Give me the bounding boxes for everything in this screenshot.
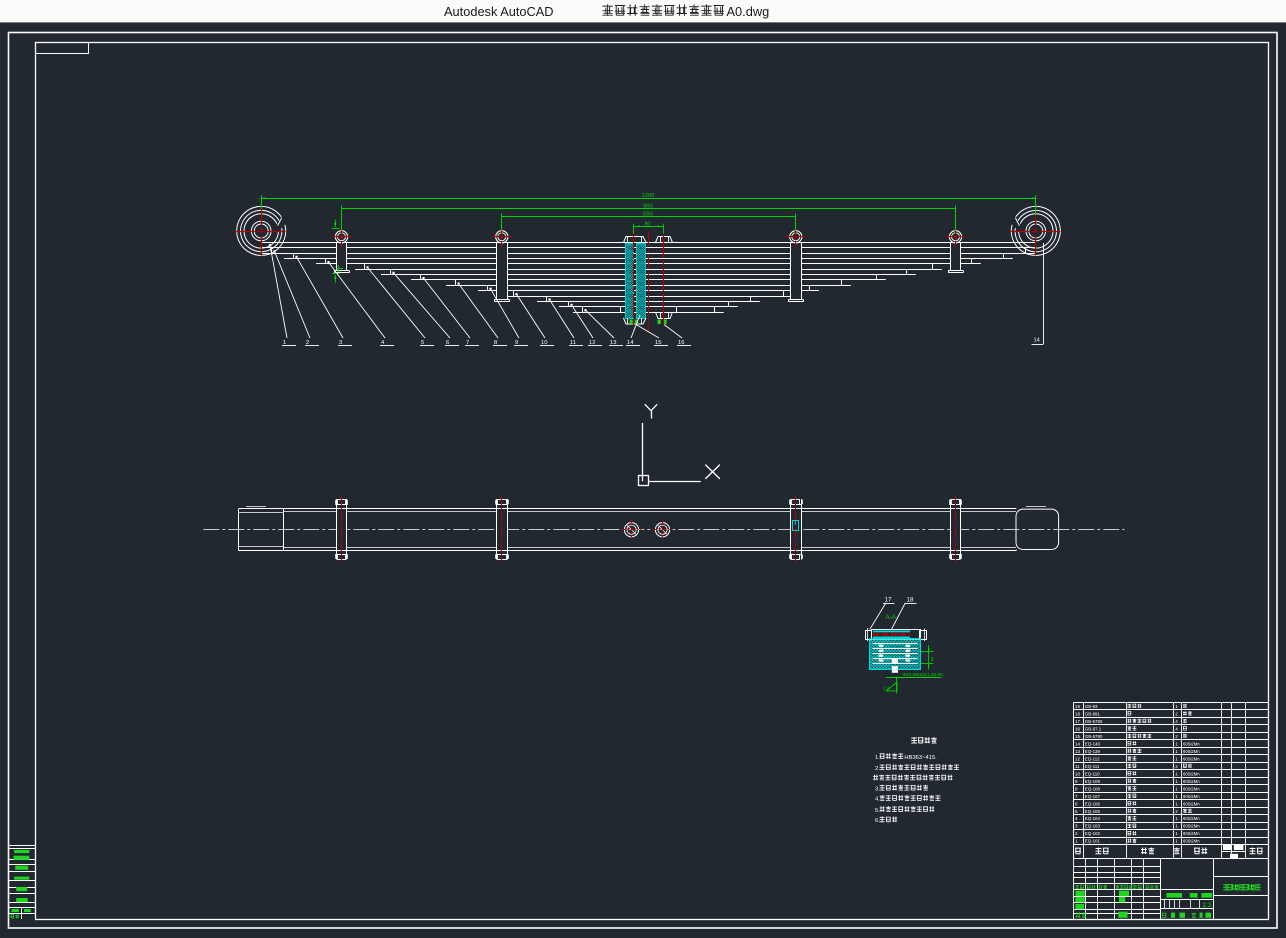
svg-text:EQ-102: EQ-102	[1085, 831, 1101, 836]
svg-text:12: 12	[1075, 756, 1081, 761]
svg-text:GB-891: GB-891	[1085, 711, 1101, 716]
svg-text:550: 550	[643, 211, 653, 217]
svg-text:Φ10.5M10X1.25-6H: Φ10.5M10X1.25-6H	[903, 672, 944, 677]
svg-text:1.: 1.	[875, 755, 880, 761]
svg-text:4.: 4.	[875, 797, 880, 803]
svg-text:60Si2Mn: 60Si2Mn	[1183, 824, 1200, 829]
svg-text:EQ-105: EQ-105	[1085, 809, 1101, 814]
svg-text:2.: 2.	[875, 766, 880, 772]
svg-text:EQ-106: EQ-106	[1085, 801, 1101, 806]
svg-text:60Si2Mn: 60Si2Mn	[1183, 779, 1200, 784]
svg-text:14: 14	[1034, 337, 1040, 343]
svg-text:HB363~415.: HB363~415.	[904, 755, 937, 761]
svg-text:1:2: 1:2	[1203, 902, 1212, 909]
svg-text:EQ-103: EQ-103	[1085, 824, 1101, 829]
svg-text:GB-5780: GB-5780	[1085, 734, 1103, 739]
svg-text:GB-5783: GB-5783	[1085, 719, 1103, 724]
svg-text:EQ-112: EQ-112	[1085, 756, 1100, 761]
svg-text:11: 11	[1075, 764, 1080, 769]
svg-text:EQ-110: EQ-110	[1085, 771, 1100, 776]
svg-text:A-A: A-A	[886, 614, 897, 621]
svg-text:60Si2Mn: 60Si2Mn	[1183, 801, 1200, 806]
svg-text:3.: 3.	[875, 786, 880, 792]
svg-text:14: 14	[1075, 741, 1081, 746]
svg-text:60Si2Mn: 60Si2Mn	[1183, 756, 1200, 761]
svg-text:60Si2Mn: 60Si2Mn	[1183, 816, 1200, 821]
svg-text:GB-97.1: GB-97.1	[1085, 726, 1102, 731]
svg-text:60Si2Mn: 60Si2Mn	[1183, 786, 1200, 791]
svg-text:EQ-109: EQ-109	[1085, 779, 1101, 784]
svg-text:6.: 6.	[875, 818, 880, 824]
svg-text:18: 18	[1075, 711, 1081, 716]
svg-text:19: 19	[1075, 704, 1081, 709]
svg-text:60Si2Mn: 60Si2Mn	[1183, 771, 1200, 776]
svg-text:16: 16	[1075, 726, 1081, 731]
svg-text:17: 17	[1075, 719, 1081, 724]
svg-text:1:4: 1:4	[883, 686, 890, 691]
svg-text:17: 17	[885, 597, 892, 604]
svg-text:10: 10	[1075, 771, 1081, 776]
svg-text:3: 3	[931, 657, 934, 663]
svg-text:60Si2Mn: 60Si2Mn	[1183, 831, 1200, 836]
svg-text:18: 18	[907, 597, 914, 604]
svg-text:EQ-107: EQ-107	[1085, 794, 1101, 799]
svg-text:60Si2Mn: 60Si2Mn	[1183, 749, 1200, 754]
svg-text:13: 13	[1075, 749, 1081, 754]
svg-text:A0.dwg: A0.dwg	[727, 4, 770, 19]
svg-text:60Si2Mn: 60Si2Mn	[1183, 741, 1200, 746]
svg-text:60Si2Mn: 60Si2Mn	[1183, 794, 1200, 799]
svg-text:90: 90	[645, 221, 651, 227]
svg-text:EQ-140: EQ-140	[1085, 741, 1101, 746]
svg-text:EQ-111: EQ-111	[1085, 764, 1100, 769]
svg-text:EQ-101: EQ-101	[1085, 839, 1101, 844]
svg-text:GB-93: GB-93	[1085, 704, 1098, 709]
svg-text:Autodesk AutoCAD: Autodesk AutoCAD	[444, 4, 554, 19]
svg-text:1200: 1200	[642, 193, 655, 199]
svg-text:950: 950	[643, 203, 653, 209]
svg-text:5.: 5.	[875, 808, 880, 814]
svg-text:60Si2Mn: 60Si2Mn	[1183, 839, 1200, 844]
svg-text:EQ-108: EQ-108	[1085, 786, 1101, 791]
svg-text:EQ-104: EQ-104	[1085, 816, 1101, 821]
svg-text:EQ-139: EQ-139	[1085, 749, 1101, 754]
svg-text:15: 15	[1075, 734, 1081, 739]
